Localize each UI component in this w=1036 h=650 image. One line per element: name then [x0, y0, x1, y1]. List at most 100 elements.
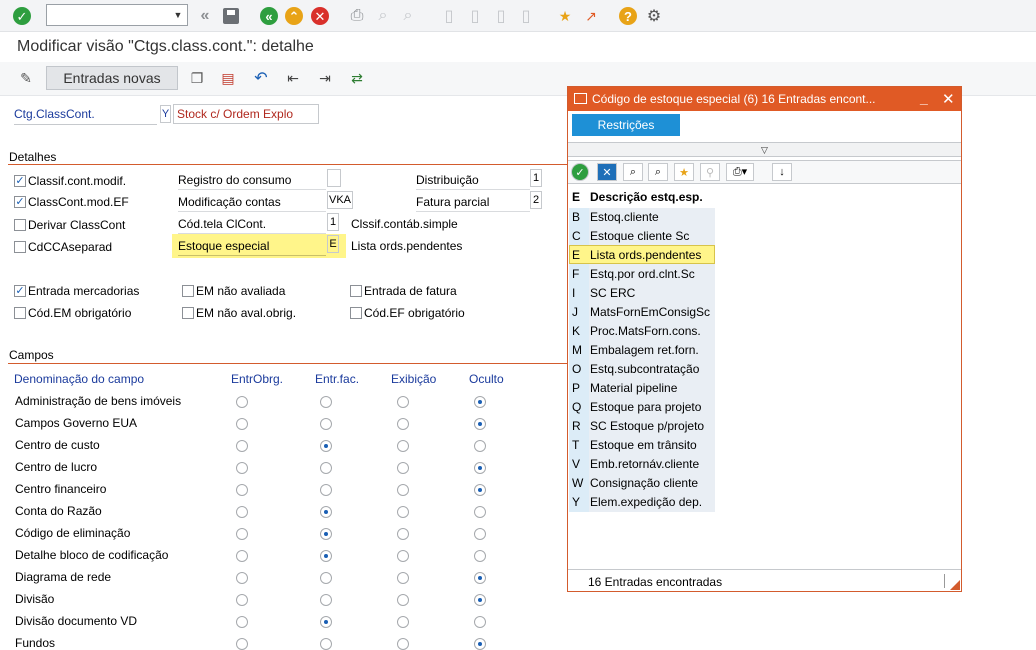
pin-icon[interactable]: ⚲ — [700, 163, 720, 181]
category-key[interactable]: Y — [160, 105, 171, 123]
field-row-radio[interactable] — [236, 616, 248, 628]
next-page-icon[interactable]: ▯ — [490, 5, 512, 27]
field-row-radio[interactable] — [474, 506, 486, 518]
checkbox-classcont-mod-ef[interactable]: ✓ — [14, 196, 26, 208]
list-item-key[interactable]: I — [572, 286, 586, 300]
find-icon[interactable]: ⌕ — [372, 5, 394, 27]
display-change-icon[interactable]: ✎ — [15, 67, 37, 89]
list-item-key[interactable]: B — [572, 210, 586, 224]
list-item-description[interactable]: MatsFornEmConsigSc — [590, 305, 710, 319]
cancel-icon[interactable]: ✕ — [597, 163, 617, 181]
save-icon[interactable] — [220, 5, 242, 27]
back-icon[interactable]: « — [258, 5, 280, 27]
delete-icon[interactable]: ▤ — [217, 67, 239, 89]
list-item-key[interactable]: V — [572, 457, 586, 471]
field-row-radio[interactable] — [474, 616, 486, 628]
list-item-description[interactable]: Estq.subcontratação — [590, 362, 699, 376]
list-item-key[interactable]: M — [572, 343, 586, 357]
list-item-description[interactable]: Material pipeline — [590, 381, 677, 395]
special-stock-field[interactable]: E — [327, 235, 339, 253]
favorite-add-icon[interactable]: ★ — [674, 163, 694, 181]
checkbox-ir-code-required[interactable] — [350, 307, 362, 319]
field-row-radio[interactable] — [236, 528, 248, 540]
field-row-radio[interactable] — [397, 572, 409, 584]
field-row-radio[interactable] — [397, 528, 409, 540]
minimize-icon[interactable]: _ — [920, 90, 928, 106]
field-row-radio[interactable] — [397, 396, 409, 408]
field-row-radio[interactable] — [320, 506, 332, 518]
help-icon[interactable]: ? — [617, 5, 639, 27]
field-row-radio[interactable] — [474, 462, 486, 474]
checkbox-gr-code-required[interactable] — [14, 307, 26, 319]
field-row-radio[interactable] — [236, 594, 248, 606]
list-item-key[interactable]: R — [572, 419, 586, 433]
column-header-field-name[interactable]: Denominação do campo — [14, 372, 144, 386]
exit-icon[interactable]: ⌃ — [283, 5, 305, 27]
shortcut-icon[interactable]: ↗ — [580, 5, 602, 27]
print-icon[interactable]: ⎙▾ — [726, 163, 754, 181]
field-row-radio[interactable] — [474, 440, 486, 452]
list-item-description[interactable]: Estoque para projeto — [590, 400, 701, 414]
field-row-radio[interactable] — [236, 484, 248, 496]
checkbox-invoice-receipt[interactable] — [350, 285, 362, 297]
list-item-key[interactable]: Y — [572, 495, 586, 509]
field-row-radio[interactable] — [320, 616, 332, 628]
collapse-handle[interactable]: ▽ — [568, 143, 961, 157]
field-row-radio[interactable] — [320, 440, 332, 452]
checkbox-classif-cont-modif[interactable]: ✓ — [14, 175, 26, 187]
next-entry-icon[interactable]: ⇥ — [314, 67, 336, 89]
list-item-key[interactable]: F — [572, 267, 586, 281]
distribution-field[interactable]: 1 — [530, 169, 542, 187]
field-row-radio[interactable] — [474, 550, 486, 562]
field-row-radio[interactable] — [236, 418, 248, 430]
list-item-key[interactable]: W — [572, 476, 586, 490]
checkbox-cdccaseparad[interactable] — [14, 241, 26, 253]
field-row-radio[interactable] — [236, 550, 248, 562]
field-row-radio[interactable] — [320, 418, 332, 430]
list-column-key[interactable]: E — [572, 190, 580, 204]
list-item-description[interactable]: SC Estoque p/projeto — [590, 419, 704, 433]
field-row-radio[interactable] — [397, 638, 409, 650]
find-icon[interactable]: ⌕ — [623, 163, 643, 181]
list-item-key[interactable]: K — [572, 324, 586, 338]
field-row-radio[interactable] — [236, 396, 248, 408]
list-item-key[interactable]: E — [572, 248, 586, 262]
field-row-radio[interactable] — [320, 572, 332, 584]
field-row-radio[interactable] — [474, 572, 486, 584]
field-row-radio[interactable] — [474, 638, 486, 650]
field-row-radio[interactable] — [474, 528, 486, 540]
copy-icon[interactable]: ❐ — [186, 67, 208, 89]
field-row-radio[interactable] — [320, 484, 332, 496]
list-item-description[interactable]: Estoq.cliente — [590, 210, 659, 224]
field-row-radio[interactable] — [397, 440, 409, 452]
settings-icon[interactable]: ⚙ — [643, 5, 665, 27]
field-row-radio[interactable] — [320, 638, 332, 650]
field-row-radio[interactable] — [397, 550, 409, 562]
field-row-radio[interactable] — [474, 594, 486, 606]
list-item-description[interactable]: Consignação cliente — [590, 476, 698, 490]
find-next-icon[interactable]: ⌕ — [648, 163, 668, 181]
prev-page-icon[interactable]: ▯ — [464, 5, 486, 27]
field-row-radio[interactable] — [397, 506, 409, 518]
column-header-required[interactable]: EntrObrg. — [231, 372, 283, 386]
list-item-key[interactable]: J — [572, 305, 586, 319]
close-icon[interactable]: ✕ — [942, 90, 955, 108]
partial-invoice-field[interactable]: 2 — [530, 191, 542, 209]
list-item-key[interactable]: C — [572, 229, 586, 243]
column-header-display[interactable]: Exibição — [391, 372, 436, 386]
back-double-icon[interactable]: « — [194, 5, 216, 27]
field-row-radio[interactable] — [397, 462, 409, 474]
tab-restrictions[interactable]: Restrições — [572, 114, 680, 136]
field-row-radio[interactable] — [236, 572, 248, 584]
consumption-posting-field[interactable] — [327, 169, 341, 187]
undo-icon[interactable]: ↶ — [250, 67, 272, 89]
checkbox-gr-not-valuated[interactable] — [182, 285, 194, 297]
field-row-radio[interactable] — [236, 506, 248, 518]
first-page-icon[interactable]: ▯ — [438, 5, 460, 27]
field-row-radio[interactable] — [397, 616, 409, 628]
field-row-radio[interactable] — [236, 638, 248, 650]
new-entries-button[interactable]: Entradas novas — [46, 66, 178, 90]
field-row-radio[interactable] — [474, 418, 486, 430]
list-item-description[interactable]: Lista ords.pendentes — [590, 248, 701, 262]
list-item-description[interactable]: Estoque cliente Sc — [590, 229, 689, 243]
